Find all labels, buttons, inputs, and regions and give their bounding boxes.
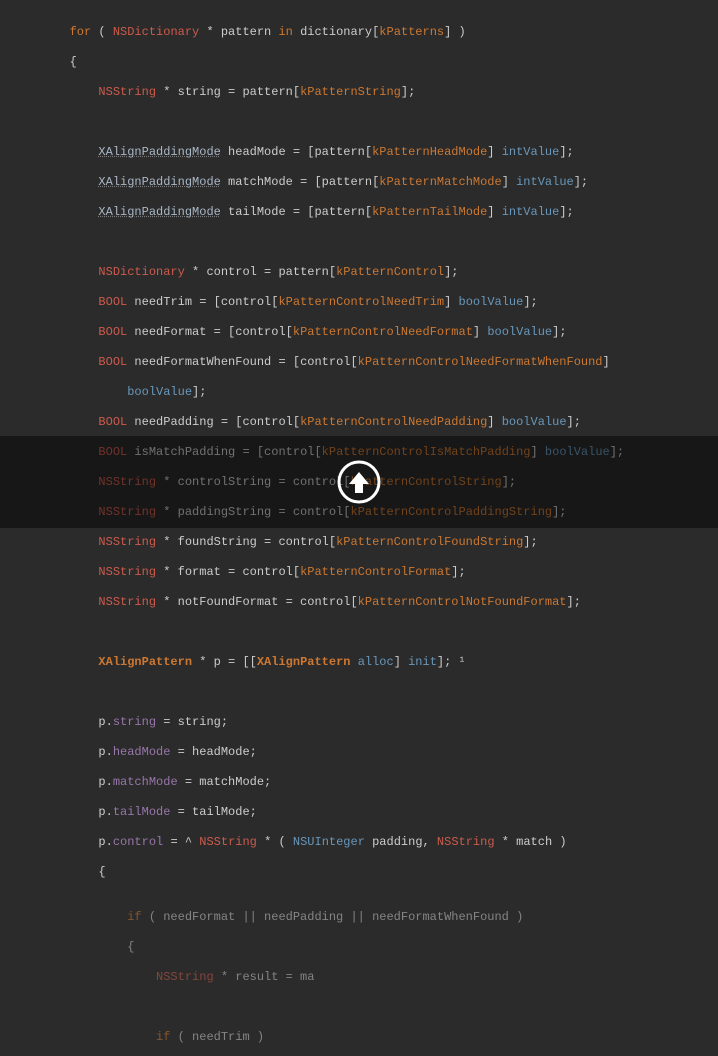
code-line: BOOL needTrim = [control[kPatternControl… [0,295,718,310]
code-line: NSDictionary * control = pattern[kPatter… [0,265,718,280]
code-line [0,685,718,700]
keyword-if: if [127,910,141,924]
code-line: NSString * notFoundFormat = control[kPat… [0,595,718,610]
code-line: XAlignPattern * p = [[XAlignPattern allo… [0,655,718,670]
code-line: p.headMode = headMode; [0,745,718,760]
code-line: { [0,55,718,70]
code-line: NSString * foundString = control[kPatter… [0,535,718,550]
code-line: XAlignPaddingMode tailMode = [pattern[kP… [0,205,718,220]
code-line: boolValue]; [0,385,718,400]
code-line: p.matchMode = matchMode; [0,775,718,790]
code-line: NSString * format = control[kPatternCont… [0,565,718,580]
code-line: XAlignPaddingMode matchMode = [pattern[k… [0,175,718,190]
code-line: BOOL needFormat = [control[kPatternContr… [0,325,718,340]
code-line: for ( NSDictionary * pattern in dictiona… [0,25,718,40]
code-line: BOOL needFormatWhenFound = [control[kPat… [0,355,718,370]
code-line: BOOL isMatchPadding = [control[kPatternC… [0,445,718,460]
scroll-to-top-button[interactable] [337,460,381,504]
code-line: if ( needTrim ) [0,1030,718,1045]
code-line: if ( needFormat || needPadding || needFo… [0,910,718,925]
code-line: p.control = ^ NSString * ( NSUInteger pa… [0,835,718,850]
code-editor[interactable]: for ( NSDictionary * pattern in dictiona… [0,0,718,1056]
code-line: NSString * string = pattern[kPatternStri… [0,85,718,100]
keyword-if: if [156,1030,170,1044]
code-line: p.string = string; [0,715,718,730]
code-line [0,115,718,130]
code-line: NSString * paddingString = control[kPatt… [0,505,718,520]
code-line: XAlignPaddingMode headMode = [pattern[kP… [0,145,718,160]
code-line: NSString * result = ma [0,970,718,985]
code-line: BOOL needPadding = [control[kPatternCont… [0,415,718,430]
code-line [0,235,718,250]
code-line [0,1000,718,1015]
keyword-in: in [278,25,292,39]
keyword-for: for [70,25,92,39]
code-line: { [0,940,718,955]
code-line: { [0,865,718,880]
code-line [0,625,718,640]
code-line: p.tailMode = tailMode; [0,805,718,820]
arrow-up-icon [337,460,381,504]
